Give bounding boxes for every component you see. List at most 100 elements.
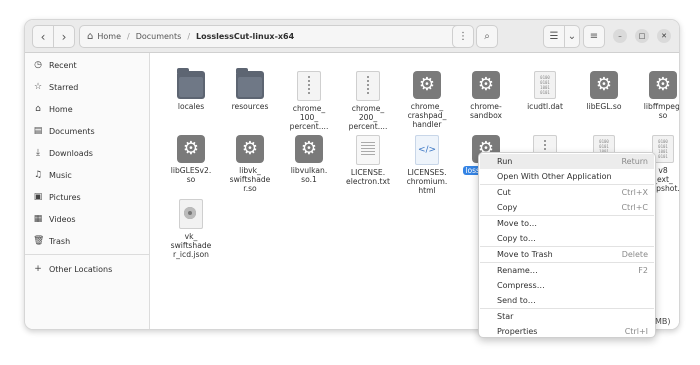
search-icon: ⌕: [484, 31, 490, 42]
context-menu-item[interactable]: Compress…: [480, 278, 654, 293]
sidebar-item-label: Starred: [49, 82, 79, 92]
menu-item-label: Copy to…: [497, 234, 536, 243]
file-item[interactable]: LICENSE. electron.txt: [340, 135, 396, 186]
menu-item-accelerator: Ctrl+X: [621, 188, 648, 197]
disc-image-icon: [179, 199, 203, 229]
document-icon: ▤: [33, 126, 43, 136]
context-menu-item[interactable]: Open With Other Application: [480, 169, 654, 184]
sidebar-item-label: Documents: [49, 126, 95, 136]
sidebar-divider: [25, 254, 149, 255]
sidebar-item-videos[interactable]: ▦ Videos: [25, 210, 149, 228]
file-item[interactable]: ⚙ libEGL.so: [576, 71, 632, 111]
context-menu-item[interactable]: Cut Ctrl+X: [480, 185, 654, 200]
file-name: libGLESv2. so: [170, 166, 212, 184]
file-name: resources: [231, 102, 269, 111]
breadcrumb-current[interactable]: LosslessCut-linux-x64: [196, 32, 294, 41]
file-item[interactable]: chrome_ 100_ percent....: [281, 71, 337, 131]
view-toggle-button[interactable]: ☰: [543, 25, 565, 48]
executable-icon: ⚙: [295, 135, 323, 163]
close-button[interactable]: ✕: [657, 29, 671, 43]
music-icon: ♫: [33, 170, 43, 180]
context-menu-item[interactable]: Move to Trash Delete: [480, 247, 654, 262]
home-icon: ⌂: [87, 31, 94, 42]
file-name: LICENSE. electron.txt: [346, 168, 390, 186]
sidebar-item-label: Videos: [49, 214, 76, 224]
sidebar: ◷ Recent ☆ Starred ⌂ Home ▤ Documents ⤓ Downl…: [25, 53, 150, 329]
executable-icon: ⚙: [236, 135, 264, 163]
context-menu-item[interactable]: Star: [480, 309, 654, 324]
context-menu-item[interactable]: Rename… F2: [480, 263, 654, 278]
forward-button[interactable]: ›: [53, 25, 75, 48]
image-icon: ▣: [33, 192, 43, 202]
file-item[interactable]: locales: [163, 68, 219, 111]
menu-item-label: Copy: [497, 203, 518, 212]
context-menu: Run Return Open With Other Application Cut C…: [478, 152, 656, 338]
file-item[interactable]: ⚙ chrome- sandbox: [458, 71, 514, 120]
sidebar-item-label: Other Locations: [49, 264, 113, 274]
sidebar-item-other-locations[interactable]: + Other Locations: [25, 260, 149, 278]
document-icon: [297, 71, 321, 101]
maximize-button[interactable]: □: [635, 29, 649, 43]
file-item[interactable]: resources: [222, 68, 278, 111]
context-menu-item[interactable]: Move to…: [480, 216, 654, 231]
file-item[interactable]: ⚙ libvulkan. so.1: [281, 135, 337, 184]
sidebar-item-downloads[interactable]: ⤓ Downloads: [25, 144, 149, 162]
sidebar-item-home[interactable]: ⌂ Home: [25, 100, 149, 118]
file-item[interactable]: </> LICENSES. chromium. html: [399, 135, 455, 195]
file-name: chrome_ 100_ percent....: [289, 104, 329, 131]
sidebar-item-label: Trash: [49, 236, 71, 246]
hamburger-icon: ≡: [589, 31, 599, 42]
text-file-icon: [356, 135, 380, 165]
file-item[interactable]: 0100 0101 1001 0101 icudtl.dat: [517, 71, 573, 111]
back-button[interactable]: ‹: [32, 25, 54, 48]
html-file-icon: </>: [415, 135, 439, 165]
chevron-right-icon: ›: [61, 29, 67, 44]
trash-icon: 🗑: [33, 236, 45, 246]
sidebar-item-trash[interactable]: 🗑 Trash: [25, 232, 149, 250]
plus-icon: +: [34, 264, 42, 274]
chevron-left-icon: ‹: [40, 29, 46, 44]
menu-item-label: Run: [497, 157, 513, 166]
context-menu-item[interactable]: Copy to…: [480, 231, 654, 246]
file-item[interactable]: ⚙ libffmpeg. so: [635, 71, 679, 120]
context-menu-item[interactable]: Run Return: [480, 154, 654, 169]
search-button[interactable]: ⌕: [476, 25, 498, 48]
executable-icon: ⚙: [413, 71, 441, 99]
menu-item-label: Send to…: [497, 296, 536, 305]
sidebar-item-recent[interactable]: ◷ Recent: [25, 56, 149, 74]
menu-item-accelerator: F2: [638, 266, 648, 275]
minimize-button[interactable]: –: [613, 29, 627, 43]
sidebar-item-music[interactable]: ♫ Music: [25, 166, 149, 184]
sidebar-item-starred[interactable]: ☆ Starred: [25, 78, 149, 96]
menu-item-accelerator: Return: [621, 157, 648, 166]
status-fragment: MB): [655, 317, 671, 326]
menu-item-label: Properties: [497, 327, 538, 336]
file-item[interactable]: ⚙ libGLESv2. so: [163, 135, 219, 184]
minimize-icon: –: [618, 32, 622, 40]
folder-icon: [236, 68, 264, 99]
breadcrumb-documents[interactable]: Documents: [136, 32, 182, 41]
sidebar-item-pictures[interactable]: ▣ Pictures: [25, 188, 149, 206]
sidebar-item-documents[interactable]: ▤ Documents: [25, 122, 149, 140]
menu-item-accelerator: Ctrl+C: [621, 203, 648, 212]
breadcrumb-separator: /: [126, 32, 130, 41]
file-name: LICENSES. chromium. html: [406, 168, 448, 195]
folder-menu-button[interactable]: ⋮: [452, 25, 474, 48]
context-menu-item[interactable]: Send to…: [480, 293, 654, 308]
executable-icon: ⚙: [649, 71, 677, 99]
context-menu-item[interactable]: Copy Ctrl+C: [480, 200, 654, 215]
file-name: chrome_ crashpad_ handler: [407, 102, 447, 129]
menu-item-accelerator: Delete: [621, 250, 648, 259]
file-item[interactable]: ⚙ libvk_ swiftshade r.so: [222, 135, 278, 193]
file-item[interactable]: ⚙ chrome_ crashpad_ handler: [399, 71, 455, 129]
menu-item-label: Cut: [497, 188, 511, 197]
context-menu-item[interactable]: Properties Ctrl+I: [480, 324, 654, 339]
view-options-button[interactable]: ⌄: [564, 25, 580, 48]
document-icon: [356, 71, 380, 101]
file-item[interactable]: chrome_ 200_ percent....: [340, 71, 396, 131]
binary-file-icon: 0100 0101 1001 0101: [534, 71, 556, 99]
file-item[interactable]: vk_ swiftshade r_icd.json: [163, 199, 219, 259]
main-menu-button[interactable]: ≡: [583, 25, 605, 48]
file-name: libvulkan. so.1: [290, 166, 328, 184]
breadcrumb-home[interactable]: Home: [97, 32, 121, 41]
